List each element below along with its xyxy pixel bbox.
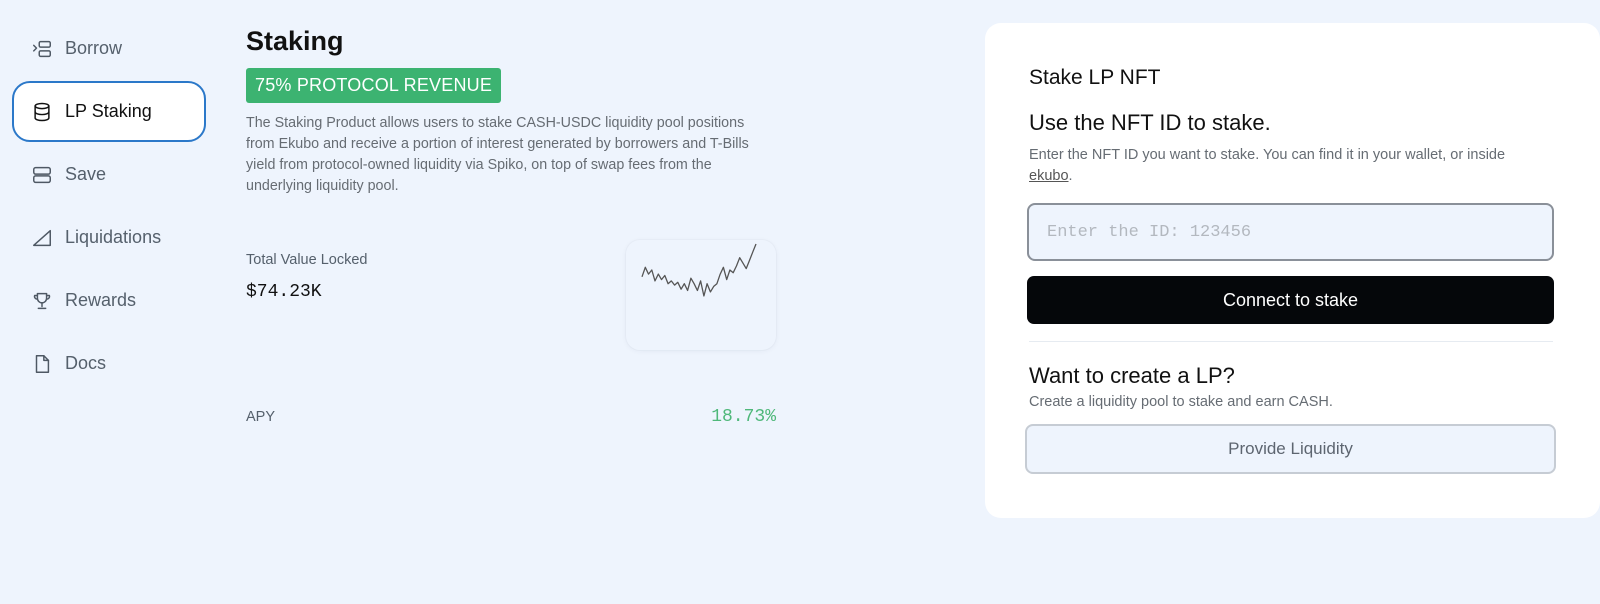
tvl-sparkline-line — [641, 243, 757, 297]
borrow-icon — [31, 38, 53, 60]
sidebar-item-label: Borrow — [65, 38, 123, 58]
document-icon — [31, 353, 53, 375]
create-lp-text: Create a liquidity pool to stake and ear… — [1029, 394, 1333, 410]
card-subtitle: Use the NFT ID to stake. — [1029, 110, 1271, 135]
tvl-value: $74.23K — [246, 282, 322, 302]
tvl-sparkline — [626, 240, 776, 350]
page-title: Staking — [246, 26, 344, 56]
tvl-sparkline-chart — [641, 243, 757, 297]
sidebar-item-save[interactable]: Save — [12, 144, 206, 205]
protocol-revenue-badge: 75% PROTOCOL REVENUE — [246, 68, 502, 103]
instructions-suffix: . — [1068, 168, 1073, 184]
database-icon — [31, 101, 53, 123]
sidebar-item-liquidations[interactable]: Liquidations — [12, 207, 206, 268]
create-lp-title: Want to create a LP? — [1029, 363, 1235, 388]
connect-to-stake-button[interactable]: Connect to stake — [1027, 276, 1554, 324]
provide-liquidity-button[interactable]: Provide Liquidity — [1025, 424, 1556, 474]
tvl-label: Total Value Locked — [246, 252, 368, 268]
sidebar-item-borrow[interactable]: Borrow — [12, 18, 206, 79]
divider — [1029, 341, 1553, 342]
triangle-icon — [31, 227, 53, 249]
card-title: Stake LP NFT — [1029, 66, 1161, 89]
stack-icon — [31, 164, 53, 186]
apy-label: APY — [246, 409, 276, 425]
sidebar-item-lp-staking[interactable]: LP Staking — [12, 81, 206, 142]
card-instructions: Enter the NFT ID you want to stake. You … — [1029, 145, 1543, 187]
instructions-text: Enter the NFT ID you want to stake. You … — [1029, 147, 1506, 163]
sidebar-item-label: Docs — [65, 353, 107, 373]
staking-description: The Staking Product allows users to stak… — [246, 115, 749, 194]
ekubo-link[interactable]: ekubo — [1029, 168, 1069, 184]
sidebar-item-docs[interactable]: Docs — [12, 333, 206, 394]
nft-id-input[interactable] — [1027, 203, 1554, 261]
sidebar-item-label: Rewards — [65, 290, 137, 310]
trophy-icon — [31, 290, 53, 312]
stake-lp-nft-card: Stake LP NFT Use the NFT ID to stake. En… — [985, 23, 1600, 518]
sidebar-item-rewards[interactable]: Rewards — [12, 270, 206, 331]
sidebar-item-label: Save — [65, 164, 107, 184]
sidebar-item-label: Liquidations — [65, 227, 162, 247]
sidebar: Borrow LP Staking Save Liquidations Rewa… — [12, 18, 206, 396]
staking-section: Staking 75% PROTOCOL REVENUE The Staking… — [246, 24, 776, 464]
sidebar-item-label: LP Staking — [65, 101, 152, 121]
apy-value: 18.73% — [711, 407, 776, 427]
